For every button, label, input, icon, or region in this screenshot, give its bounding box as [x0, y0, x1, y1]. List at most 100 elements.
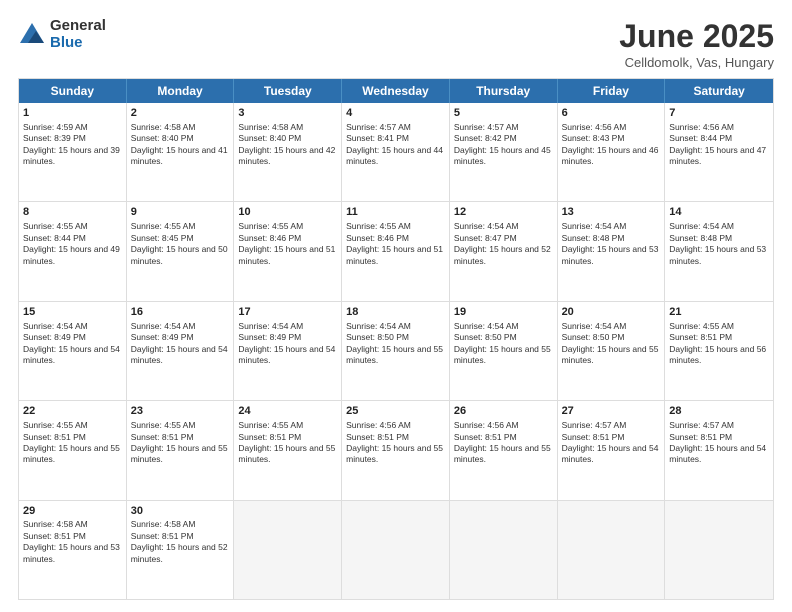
day-cell-19: 19Sunrise: 4:54 AMSunset: 8:50 PMDayligh… [450, 302, 558, 400]
day-number: 7 [669, 106, 769, 121]
day-info: Sunrise: 4:58 AM [23, 519, 122, 530]
day-cell-13: 13Sunrise: 4:54 AMSunset: 8:48 PMDayligh… [558, 202, 666, 300]
day-cell-1: 1Sunrise: 4:59 AMSunset: 8:39 PMDaylight… [19, 103, 127, 201]
day-info: Sunset: 8:50 PM [562, 332, 661, 343]
day-info: Daylight: 15 hours and 53 minutes. [562, 244, 661, 267]
day-info: Daylight: 15 hours and 55 minutes. [238, 443, 337, 466]
day-info: Sunset: 8:39 PM [23, 133, 122, 144]
day-cell-21: 21Sunrise: 4:55 AMSunset: 8:51 PMDayligh… [665, 302, 773, 400]
day-info: Sunrise: 4:54 AM [23, 321, 122, 332]
page: General Blue June 2025 Celldomolk, Vas, … [0, 0, 792, 612]
day-info: Sunset: 8:51 PM [23, 531, 122, 542]
day-info: Sunrise: 4:57 AM [454, 122, 553, 133]
day-info: Daylight: 15 hours and 51 minutes. [346, 244, 445, 267]
day-info: Sunrise: 4:55 AM [23, 420, 122, 431]
day-info: Daylight: 15 hours and 45 minutes. [454, 145, 553, 168]
day-info: Daylight: 15 hours and 54 minutes. [562, 443, 661, 466]
day-info: Sunset: 8:50 PM [454, 332, 553, 343]
day-info: Daylight: 15 hours and 49 minutes. [23, 244, 122, 267]
day-cell-27: 27Sunrise: 4:57 AMSunset: 8:51 PMDayligh… [558, 401, 666, 499]
day-info: Sunset: 8:49 PM [238, 332, 337, 343]
day-number: 3 [238, 106, 337, 121]
header: General Blue June 2025 Celldomolk, Vas, … [18, 18, 774, 70]
calendar-row-5: 29Sunrise: 4:58 AMSunset: 8:51 PMDayligh… [19, 501, 773, 599]
day-info: Daylight: 15 hours and 54 minutes. [131, 344, 230, 367]
day-header-wednesday: Wednesday [342, 79, 450, 103]
day-info: Sunrise: 4:56 AM [454, 420, 553, 431]
day-info: Daylight: 15 hours and 55 minutes. [131, 443, 230, 466]
calendar-row-1: 1Sunrise: 4:59 AMSunset: 8:39 PMDaylight… [19, 103, 773, 202]
day-info: Daylight: 15 hours and 53 minutes. [23, 542, 122, 565]
logo-text: General Blue [50, 18, 106, 51]
day-number: 1 [23, 106, 122, 121]
day-info: Daylight: 15 hours and 53 minutes. [669, 244, 769, 267]
day-info: Daylight: 15 hours and 39 minutes. [23, 145, 122, 168]
day-info: Daylight: 15 hours and 55 minutes. [346, 443, 445, 466]
day-info: Sunrise: 4:55 AM [346, 221, 445, 232]
calendar-row-2: 8Sunrise: 4:55 AMSunset: 8:44 PMDaylight… [19, 202, 773, 301]
location-subtitle: Celldomolk, Vas, Hungary [619, 55, 774, 70]
day-info: Sunrise: 4:56 AM [669, 122, 769, 133]
day-info: Sunrise: 4:58 AM [131, 122, 230, 133]
day-info: Sunrise: 4:56 AM [346, 420, 445, 431]
day-info: Daylight: 15 hours and 54 minutes. [238, 344, 337, 367]
day-number: 13 [562, 205, 661, 220]
day-info: Sunset: 8:49 PM [23, 332, 122, 343]
day-cell-26: 26Sunrise: 4:56 AMSunset: 8:51 PMDayligh… [450, 401, 558, 499]
day-info: Sunset: 8:49 PM [131, 332, 230, 343]
day-cell-18: 18Sunrise: 4:54 AMSunset: 8:50 PMDayligh… [342, 302, 450, 400]
day-info: Sunset: 8:51 PM [131, 432, 230, 443]
day-cell-8: 8Sunrise: 4:55 AMSunset: 8:44 PMDaylight… [19, 202, 127, 300]
day-info: Daylight: 15 hours and 55 minutes. [346, 344, 445, 367]
day-info: Daylight: 15 hours and 55 minutes. [454, 344, 553, 367]
day-info: Daylight: 15 hours and 51 minutes. [238, 244, 337, 267]
day-cell-30: 30Sunrise: 4:58 AMSunset: 8:51 PMDayligh… [127, 501, 235, 599]
day-number: 9 [131, 205, 230, 220]
day-number: 28 [669, 404, 769, 419]
day-number: 19 [454, 305, 553, 320]
day-number: 10 [238, 205, 337, 220]
day-number: 21 [669, 305, 769, 320]
day-info: Sunrise: 4:54 AM [562, 221, 661, 232]
calendar-outer: SundayMondayTuesdayWednesdayThursdayFrid… [18, 78, 774, 600]
day-number: 18 [346, 305, 445, 320]
day-cell-4: 4Sunrise: 4:57 AMSunset: 8:41 PMDaylight… [342, 103, 450, 201]
day-info: Daylight: 15 hours and 54 minutes. [23, 344, 122, 367]
day-info: Sunset: 8:50 PM [346, 332, 445, 343]
month-title: June 2025 [619, 18, 774, 55]
day-info: Daylight: 15 hours and 47 minutes. [669, 145, 769, 168]
day-header-monday: Monday [127, 79, 235, 103]
day-info: Daylight: 15 hours and 56 minutes. [669, 344, 769, 367]
day-cell-12: 12Sunrise: 4:54 AMSunset: 8:47 PMDayligh… [450, 202, 558, 300]
day-info: Sunset: 8:51 PM [23, 432, 122, 443]
day-number: 16 [131, 305, 230, 320]
day-header-sunday: Sunday [19, 79, 127, 103]
day-info: Sunrise: 4:54 AM [669, 221, 769, 232]
day-info: Daylight: 15 hours and 55 minutes. [562, 344, 661, 367]
day-cell-7: 7Sunrise: 4:56 AMSunset: 8:44 PMDaylight… [665, 103, 773, 201]
calendar: SundayMondayTuesdayWednesdayThursdayFrid… [18, 78, 774, 600]
day-cell-15: 15Sunrise: 4:54 AMSunset: 8:49 PMDayligh… [19, 302, 127, 400]
day-info: Sunrise: 4:54 AM [454, 221, 553, 232]
day-info: Sunrise: 4:55 AM [238, 420, 337, 431]
day-info: Sunset: 8:48 PM [669, 233, 769, 244]
day-number: 22 [23, 404, 122, 419]
day-info: Sunset: 8:44 PM [669, 133, 769, 144]
day-cell-3: 3Sunrise: 4:58 AMSunset: 8:40 PMDaylight… [234, 103, 342, 201]
day-info: Sunset: 8:46 PM [238, 233, 337, 244]
day-info: Sunrise: 4:57 AM [669, 420, 769, 431]
day-number: 11 [346, 205, 445, 220]
logo: General Blue [18, 18, 106, 51]
day-info: Sunrise: 4:54 AM [454, 321, 553, 332]
empty-cell [342, 501, 450, 599]
day-info: Sunset: 8:47 PM [454, 233, 553, 244]
day-number: 8 [23, 205, 122, 220]
day-cell-11: 11Sunrise: 4:55 AMSunset: 8:46 PMDayligh… [342, 202, 450, 300]
day-cell-23: 23Sunrise: 4:55 AMSunset: 8:51 PMDayligh… [127, 401, 235, 499]
day-number: 15 [23, 305, 122, 320]
day-info: Sunset: 8:51 PM [669, 432, 769, 443]
day-info: Sunset: 8:42 PM [454, 133, 553, 144]
day-info: Sunset: 8:46 PM [346, 233, 445, 244]
calendar-row-4: 22Sunrise: 4:55 AMSunset: 8:51 PMDayligh… [19, 401, 773, 500]
day-cell-20: 20Sunrise: 4:54 AMSunset: 8:50 PMDayligh… [558, 302, 666, 400]
